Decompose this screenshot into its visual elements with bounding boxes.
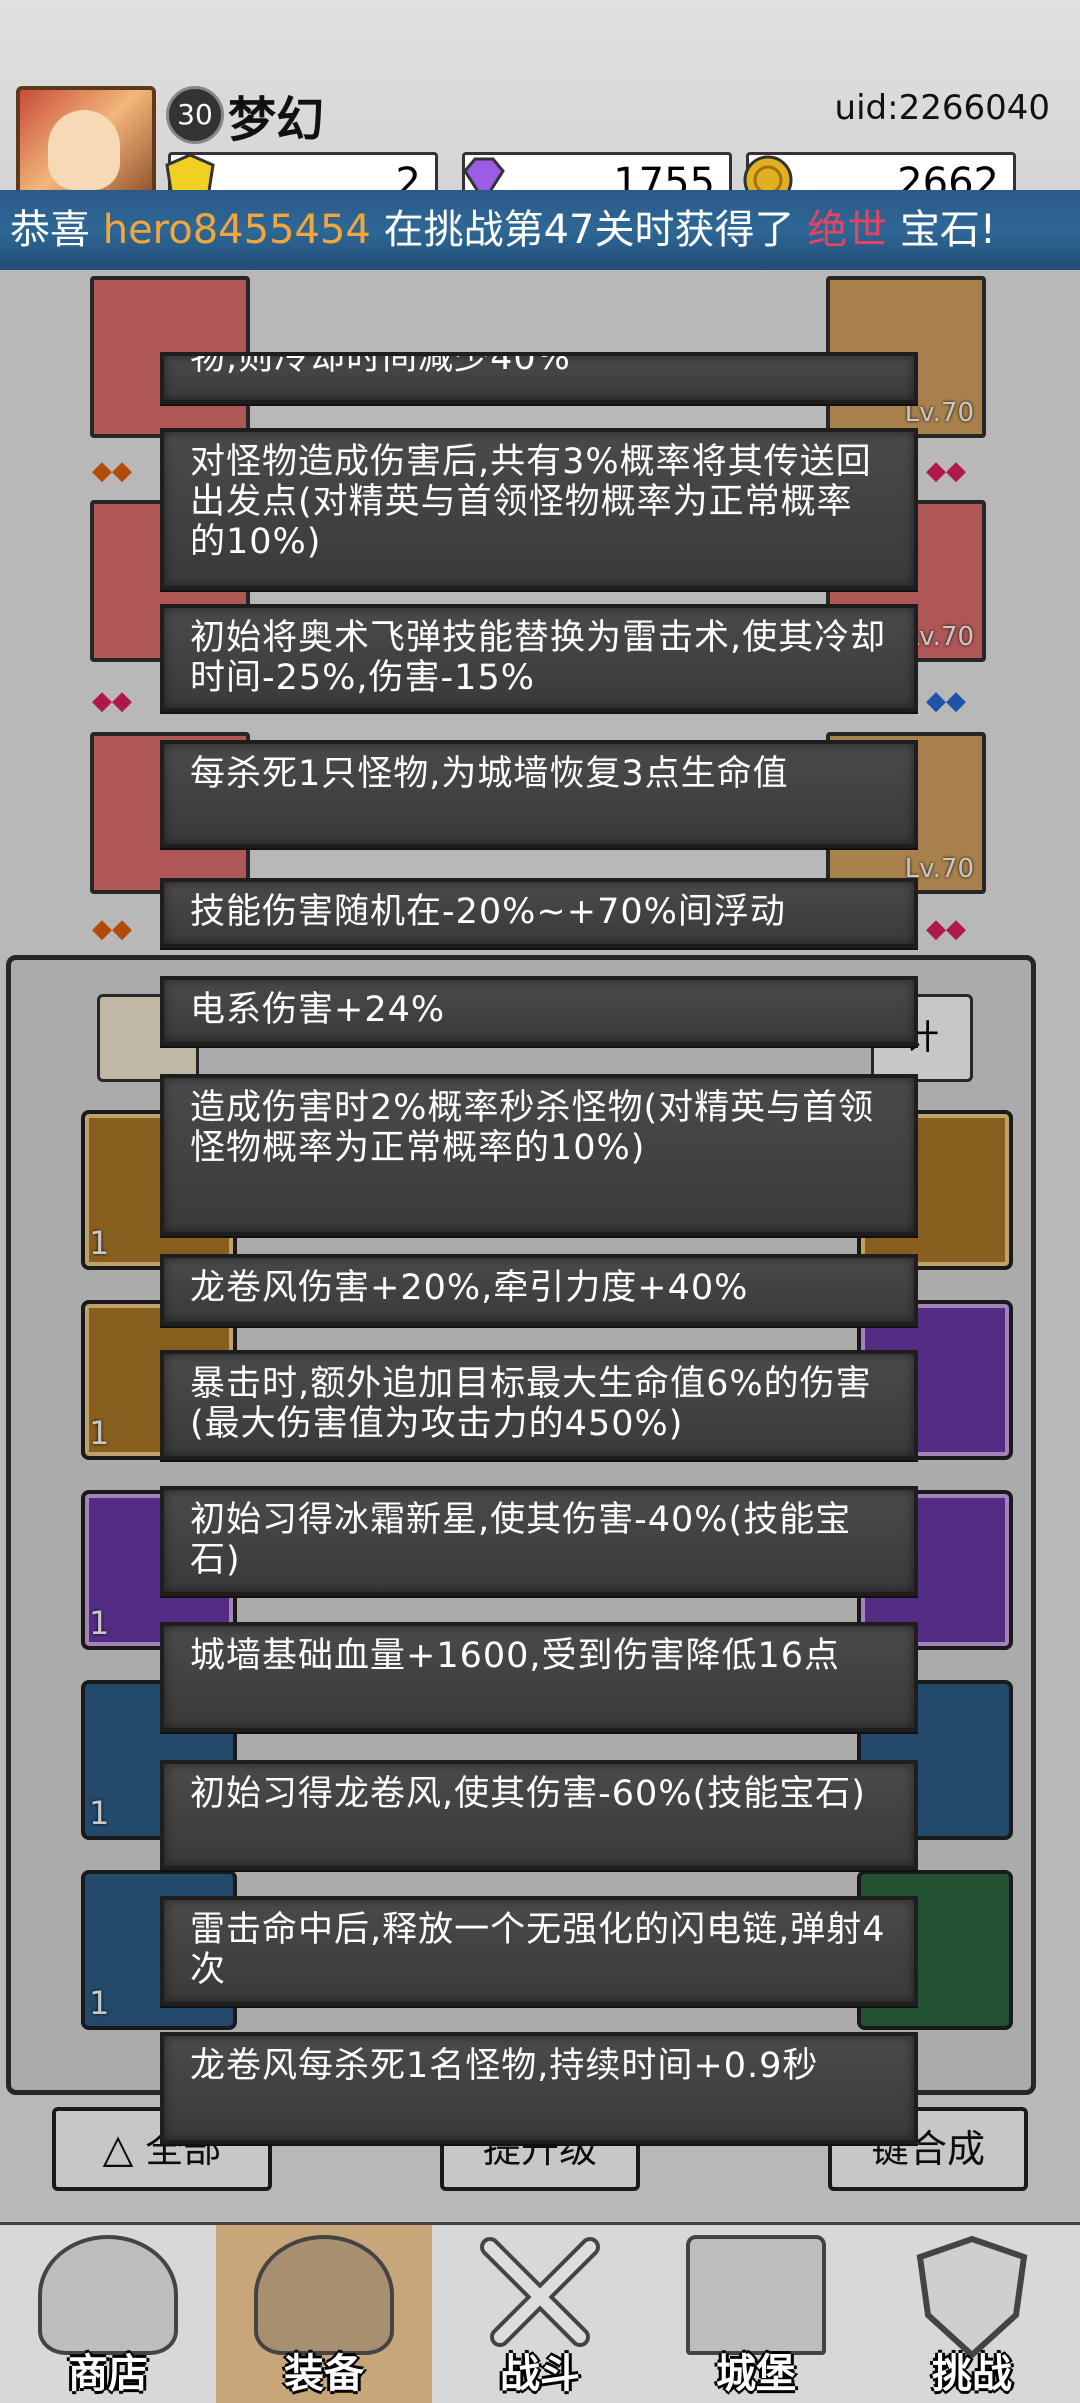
gem-effect-text: 初始习得龙卷风,使其伤害-60%(技能宝石) bbox=[190, 1774, 866, 1814]
top-header: 30 梦幻 uid:2266040 2 1755 2662 bbox=[0, 0, 1080, 226]
nav-label: 商店 bbox=[68, 2351, 148, 2397]
bottom-nav: 商店 装备 战斗 城堡 挑战 bbox=[0, 2222, 1080, 2403]
gem-effect-text: 龙卷风每杀死1名怪物,持续时间+0.9秒 bbox=[190, 2046, 819, 2086]
gem-effect-text: 造成伤害时2%概率秒杀怪物(对精英与首领怪物概率为正常概率的10%) bbox=[190, 1088, 875, 1168]
gem-effect-text: 初始习得冰霜新星,使其伤害-40%(技能宝石) bbox=[190, 1500, 852, 1580]
backpack-icon bbox=[254, 2235, 394, 2355]
gem-effect-text: 城墙基础血量+1600,受到伤害降低16点 bbox=[190, 1636, 841, 1676]
gem-effect-tooltip: 对怪物造成伤害后,共有3%概率将其传送回出发点(对精英与首领怪物概率为正常概率的… bbox=[160, 428, 918, 590]
gem-effect-tooltip: 每杀死1只怪物,为城墙恢复3点生命值 bbox=[160, 740, 918, 848]
nav-label: 城堡 bbox=[716, 2351, 796, 2397]
player-level-badge: 30 bbox=[166, 86, 224, 144]
gem-effect-tooltip: 电系伤害+24% bbox=[160, 976, 918, 1046]
gem-effect-tooltip: 龙卷风每杀死1名怪物,持续时间+0.9秒 bbox=[160, 2032, 918, 2144]
gem-effect-text: 电系伤害+24% bbox=[190, 990, 446, 1030]
gem-effect-tooltip: 技能伤害随机在-20%~+70%间浮动 bbox=[160, 878, 918, 948]
gem-effect-tooltip: 初始习得龙卷风,使其伤害-60%(技能宝石) bbox=[160, 1760, 918, 1870]
player-name: 梦幻 bbox=[228, 92, 325, 148]
nav-challenge[interactable]: 挑战 bbox=[864, 2225, 1080, 2403]
gem-effect-text: 雷击命中后,释放一个无强化的闪电链,弹射4次 bbox=[190, 1910, 886, 1990]
gem-effect-text: 对怪物造成伤害后,共有3%概率将其传送回出发点(对精英与首领怪物概率为正常概率的… bbox=[190, 442, 872, 562]
gem-effect-tooltip: 雷击命中后,释放一个无强化的闪电链,弹射4次 bbox=[160, 1896, 918, 2006]
gem-effect-tooltip: 造成伤害时2%概率秒杀怪物(对精英与首领怪物概率为正常概率的10%) bbox=[160, 1074, 918, 1236]
gem-effect-text: 暴击时,额外追加目标最大生命值6%的伤害(最大伤害值为攻击力的450%) bbox=[190, 1364, 872, 1444]
crossed-swords-icon bbox=[480, 2237, 600, 2347]
castle-icon bbox=[686, 2235, 826, 2355]
gem-effect-tooltip: 暴击时,额外追加目标最大生命值6%的伤害(最大伤害值为攻击力的450%) bbox=[160, 1350, 918, 1460]
player-uid: uid:2266040 bbox=[834, 88, 1050, 128]
banner-middle: 在挑战第47关时获得了 bbox=[383, 207, 795, 253]
shop-icon bbox=[38, 2235, 178, 2355]
gem-effect-text: 每杀死1只怪物,为城墙恢复3点生命值 bbox=[190, 754, 789, 794]
gem-effect-text: 物,则冷却时间减少40% bbox=[190, 352, 571, 378]
gem-effect-text: 技能伤害随机在-20%~+70%间浮动 bbox=[190, 892, 786, 932]
nav-label: 装备 bbox=[284, 2351, 364, 2397]
gem-effect-tooltip: 初始习得冰霜新星,使其伤害-40%(技能宝石) bbox=[160, 1486, 918, 1596]
nav-battle[interactable]: 战斗 bbox=[432, 2225, 648, 2403]
banner-suffix: 宝石! bbox=[899, 207, 996, 253]
banner-rarity: 绝世 bbox=[807, 207, 888, 253]
gem-effect-tooltip: 初始将奥术飞弹技能替换为雷击术,使其冷却时间-25%,伤害-15% bbox=[160, 604, 918, 712]
nav-shop[interactable]: 商店 bbox=[0, 2225, 216, 2403]
gem-effect-tooltip: 龙卷风伤害+20%,牵引力度+40% bbox=[160, 1254, 918, 1326]
gem-effect-text: 龙卷风伤害+20%,牵引力度+40% bbox=[190, 1268, 749, 1308]
banner-player: hero8455454 bbox=[102, 207, 371, 253]
nav-label: 挑战 bbox=[932, 2351, 1012, 2397]
nav-castle[interactable]: 城堡 bbox=[648, 2225, 864, 2403]
nav-label: 战斗 bbox=[500, 2351, 580, 2397]
announcement-banner: 恭喜 hero8455454 在挑战第47关时获得了 绝世 宝石! bbox=[0, 190, 1080, 270]
gem-effect-text: 初始将奥术飞弹技能替换为雷击术,使其冷却时间-25%,伤害-15% bbox=[190, 618, 887, 698]
nav-equipment[interactable]: 装备 bbox=[216, 2225, 432, 2403]
banner-prefix: 恭喜 bbox=[10, 207, 90, 253]
gem-effect-tooltip: 城墙基础血量+1600,受到伤害降低16点 bbox=[160, 1622, 918, 1732]
gem-effect-tooltip: 物,则冷却时间减少40% bbox=[160, 352, 918, 404]
